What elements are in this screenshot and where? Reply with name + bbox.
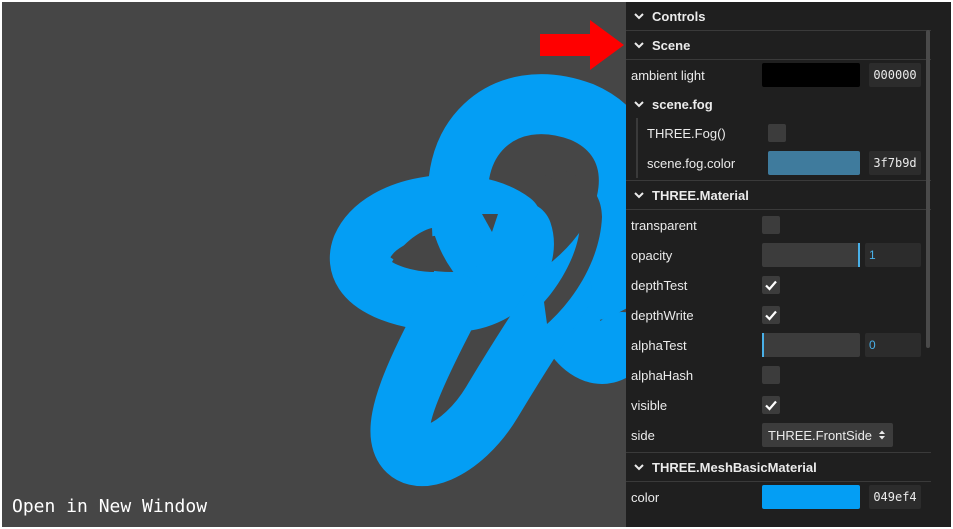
side-label: side	[631, 427, 655, 443]
ambient-light-label: ambient light	[631, 67, 705, 83]
controls-title-text: Controls	[652, 8, 706, 24]
mesh-basic-material-title-text: THREE.MeshBasicMaterial	[652, 459, 817, 475]
panel-scrollbar-track[interactable]	[931, 2, 951, 527]
transparent-checkbox[interactable]	[762, 216, 780, 234]
three-fog-checkbox[interactable]	[768, 124, 786, 142]
opacity-slider[interactable]	[762, 243, 860, 267]
alpha-hash-label: alphaHash	[631, 367, 694, 383]
open-in-new-window-link[interactable]: Open in New Window	[12, 496, 207, 517]
ambient-light-swatch[interactable]	[762, 63, 860, 87]
depth-test-checkbox[interactable]	[762, 276, 780, 294]
render-viewport[interactable]: Open in New Window	[2, 2, 626, 527]
color-swatch[interactable]	[762, 485, 860, 509]
depth-test-label: depthTest	[631, 277, 688, 293]
depth-write-row: depthWrite	[626, 300, 931, 330]
fog-color-hex-input[interactable]: 3f7b9d	[869, 151, 921, 175]
visible-checkbox[interactable]	[762, 396, 780, 414]
three-fog-row: THREE.Fog()	[642, 118, 931, 148]
alpha-test-slider[interactable]	[762, 333, 860, 357]
color-row: color 049ef4	[626, 482, 931, 512]
controls-folder-title[interactable]: Controls	[626, 2, 931, 30]
fog-color-label: scene.fog.color	[647, 155, 736, 171]
transparent-label: transparent	[631, 217, 697, 233]
opacity-row: opacity 1	[626, 240, 931, 270]
fog-color-swatch[interactable]	[768, 151, 860, 175]
alpha-test-number-input[interactable]: 0	[865, 333, 921, 357]
mesh-basic-material-folder-title[interactable]: THREE.MeshBasicMaterial	[626, 453, 931, 481]
visible-row: visible	[626, 390, 931, 420]
chevron-down-icon	[634, 192, 644, 199]
panel-scrollbar-thumb[interactable]	[926, 30, 930, 348]
controls-panel: Controls Scene ambient light 000000 scen…	[626, 2, 931, 527]
alpha-hash-checkbox[interactable]	[762, 366, 780, 384]
color-label: color	[631, 489, 660, 505]
red-arrow-icon	[540, 20, 624, 70]
alpha-test-label: alphaTest	[631, 337, 687, 353]
depth-test-row: depthTest	[626, 270, 931, 300]
checkmark-icon	[765, 280, 777, 291]
scene-fog-title-text: scene.fog	[652, 96, 713, 112]
three-fog-label: THREE.Fog()	[647, 125, 726, 141]
alpha-test-row: alphaTest 0	[626, 330, 931, 360]
opacity-slider-handle[interactable]	[858, 243, 860, 267]
alpha-hash-row: alphaHash	[626, 360, 931, 390]
chevron-down-icon	[634, 464, 644, 471]
visible-label: visible	[631, 397, 668, 413]
side-row: side THREE.FrontSide	[626, 420, 931, 450]
checkmark-icon	[765, 310, 777, 321]
checkmark-icon	[765, 400, 777, 411]
color-hex-input[interactable]: 049ef4	[869, 485, 921, 509]
depth-write-checkbox[interactable]	[762, 306, 780, 324]
scene-title-text: Scene	[652, 37, 691, 53]
three-material-title-text: THREE.Material	[652, 187, 749, 203]
opacity-label: opacity	[631, 247, 673, 263]
chevron-down-icon	[634, 13, 644, 20]
fog-color-row: scene.fog.color 3f7b9d	[642, 148, 931, 178]
opacity-number-input[interactable]: 1	[865, 243, 921, 267]
ambient-light-hex-input[interactable]: 000000	[869, 63, 921, 87]
scene-fog-folder-content: THREE.Fog() scene.fog.color 3f7b9d	[636, 118, 931, 178]
scene-folder-title[interactable]: Scene	[626, 31, 931, 59]
alpha-test-slider-handle[interactable]	[762, 333, 764, 357]
depth-write-label: depthWrite	[631, 307, 694, 323]
side-select[interactable]: THREE.FrontSide	[762, 423, 893, 447]
side-select-value: THREE.FrontSide	[768, 427, 873, 443]
transparent-row: transparent	[626, 210, 931, 240]
up-down-arrows-icon	[879, 430, 885, 440]
three-material-folder-title[interactable]: THREE.Material	[626, 181, 931, 209]
chevron-down-icon	[634, 42, 644, 49]
torus-knot-mesh	[329, 74, 626, 486]
chevron-down-icon	[634, 101, 644, 108]
ambient-light-row: ambient light 000000	[626, 60, 931, 90]
scene-fog-folder-title[interactable]: scene.fog	[626, 90, 931, 118]
